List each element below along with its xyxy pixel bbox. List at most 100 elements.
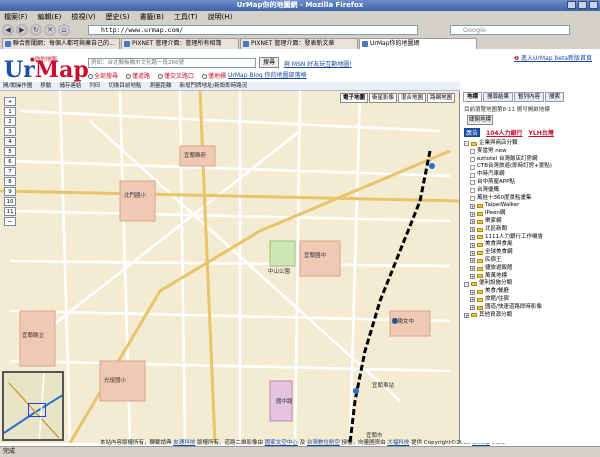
- new-version-link[interactable]: ❶ 進入UrMap beta新版首頁: [514, 53, 592, 62]
- close-landmarks-button[interactable]: 關閉地標: [467, 115, 493, 125]
- tree-item[interactable]: 萬娃十360度景點畫集: [464, 195, 600, 203]
- tree-item[interactable]: 中時汽車網: [464, 171, 600, 179]
- zoom-level[interactable]: 8: [4, 177, 16, 186]
- address-bar[interactable]: http://www.urmap.com/: [88, 25, 418, 35]
- forward-arrow-icon[interactable]: ▶: [16, 24, 28, 36]
- expand-toggle-icon[interactable]: +: [470, 203, 475, 209]
- expand-toggle-icon[interactable]: +: [470, 273, 475, 279]
- browser-tab[interactable]: 聯合新聞網：每個人都可與擁自己的...: [2, 38, 120, 49]
- map-type-road[interactable]: 路網地圖: [426, 93, 455, 103]
- checkbox-icon[interactable]: [470, 164, 475, 170]
- checkbox-icon[interactable]: [470, 156, 475, 162]
- radio-all[interactable]: 全部搜尋: [88, 71, 118, 80]
- overview-map[interactable]: [2, 371, 64, 441]
- switch-location-button[interactable]: 切換目前地點: [108, 82, 141, 90]
- tab-landmarks[interactable]: 地標: [463, 92, 483, 102]
- zoom-level[interactable]: 5: [4, 147, 16, 156]
- ad-link[interactable]: YLH台灣: [529, 128, 554, 137]
- zoom-level[interactable]: 2: [4, 117, 16, 126]
- zoom-level[interactable]: 11: [4, 207, 16, 216]
- zoom-level[interactable]: 7: [4, 167, 16, 176]
- browser-tab-active[interactable]: UrMap你的地圖網: [359, 38, 477, 49]
- overview-viewport-frame[interactable]: [28, 403, 46, 417]
- expand-toggle-icon[interactable]: +: [470, 305, 475, 311]
- expand-toggle-icon[interactable]: +: [470, 211, 475, 217]
- search-input[interactable]: Google: [450, 25, 570, 35]
- checkbox-icon[interactable]: [470, 180, 475, 186]
- tree-item[interactable]: + 美食/餐廳: [464, 288, 600, 296]
- tree-item[interactable]: + 樂家網: [464, 218, 600, 226]
- browser-tab[interactable]: PIXNET 管理介面：管理所有相簿: [121, 38, 239, 49]
- zoom-level[interactable]: 10: [4, 197, 16, 206]
- tree-item[interactable]: + 北區新聞: [464, 226, 600, 234]
- tab-search[interactable]: 搜索: [545, 92, 565, 102]
- reload-icon[interactable]: ↻: [30, 24, 42, 36]
- menu-edit[interactable]: 編輯(E): [38, 11, 62, 23]
- expand-toggle-icon[interactable]: +: [470, 219, 475, 225]
- tree-item[interactable]: + iPeen網: [464, 210, 600, 218]
- tree-item[interactable]: - 企業與商店分類: [464, 140, 600, 148]
- map-type-electronic[interactable]: 電子地圖: [339, 93, 368, 103]
- tree-item[interactable]: 台灣優購: [464, 187, 600, 195]
- zoom-level[interactable]: 6: [4, 157, 16, 166]
- tree-item[interactable]: + 其他資源分類: [464, 312, 600, 320]
- add-address-button[interactable]: 新增門牌地址/新設即時路況: [179, 82, 247, 90]
- menu-tools[interactable]: 工具(T): [174, 11, 198, 23]
- map-type-satellite[interactable]: 衛星影像: [368, 93, 397, 103]
- move-button[interactable]: 移動: [40, 82, 51, 90]
- expand-toggle-icon[interactable]: -: [464, 141, 469, 147]
- tree-item[interactable]: + 美食與食風: [464, 241, 600, 249]
- expand-toggle-icon[interactable]: -: [464, 281, 469, 287]
- checkbox-icon[interactable]: [470, 149, 475, 155]
- blog-link[interactable]: UrMap Blog 你的地圖部落格: [228, 70, 307, 79]
- expand-toggle-icon[interactable]: +: [470, 234, 475, 240]
- zoom-level[interactable]: 3: [4, 127, 16, 136]
- print-button[interactable]: 列印: [89, 82, 100, 90]
- menu-history[interactable]: 歷史(S): [106, 11, 130, 23]
- close-window-button[interactable]: [589, 1, 598, 9]
- expand-toggle-icon[interactable]: +: [470, 250, 475, 256]
- radio-road[interactable]: 僅道路: [126, 71, 150, 80]
- save-link-button[interactable]: 儲存連結: [59, 82, 81, 90]
- toggle-panel-button[interactable]: 開/關操作圖: [3, 82, 32, 90]
- back-arrow-icon[interactable]: ◀: [2, 24, 14, 36]
- zoom-in-icon[interactable]: +: [4, 97, 16, 106]
- tab-saved[interactable]: 暫列內容: [514, 92, 545, 102]
- stop-icon[interactable]: ✕: [44, 24, 56, 36]
- browser-tab[interactable]: PIXNET 管理介面：發表新文章: [240, 38, 358, 49]
- expand-toggle-icon[interactable]: +: [470, 242, 475, 248]
- menu-view[interactable]: 檢視(V): [71, 11, 95, 23]
- zoom-out-icon[interactable]: −: [4, 217, 16, 226]
- measure-distance-button[interactable]: 測量距離: [149, 82, 171, 90]
- tree-item[interactable]: + TaipeiWalker: [464, 202, 600, 210]
- search-button[interactable]: 搜尋: [259, 57, 279, 68]
- tree-item[interactable]: + 國道/快速道路即時影像: [464, 304, 600, 312]
- expand-toggle-icon[interactable]: +: [470, 258, 475, 264]
- maximize-button[interactable]: [578, 1, 587, 9]
- checkbox-icon[interactable]: [470, 172, 475, 178]
- tree-item[interactable]: 麥當勞 new: [464, 148, 600, 156]
- menu-file[interactable]: 檔案(F): [4, 11, 28, 23]
- expand-toggle-icon[interactable]: +: [470, 266, 475, 272]
- home-icon[interactable]: ⌂: [58, 24, 70, 36]
- tree-item[interactable]: + 旅館/住宿: [464, 296, 600, 304]
- address-search-input[interactable]: 例如：台北縣板橋市文化路一段266號: [88, 58, 256, 68]
- radio-intersection[interactable]: 僅交叉路口: [158, 71, 194, 80]
- radio-landmark[interactable]: 僅地標: [202, 71, 226, 80]
- tree-item[interactable]: + 捷旅遊飯館: [464, 265, 600, 273]
- map-canvas[interactable]: 宜蘭縣府 中山公園 宜蘭國中 北門國小 光復國小 宜蘭縣立 蘭陽女中 宜蘭市 宜…: [0, 91, 460, 443]
- zoom-level[interactable]: 1: [4, 107, 16, 116]
- expand-toggle-icon[interactable]: +: [470, 297, 475, 303]
- msn-promo-link[interactable]: 與 MSN 好友玩互動地圖!: [284, 59, 352, 68]
- zoom-level[interactable]: 9: [4, 187, 16, 196]
- tree-item[interactable]: 台中燕屋APP點: [464, 179, 600, 187]
- expand-toggle-icon[interactable]: +: [464, 312, 469, 318]
- menu-bookmarks[interactable]: 書籤(B): [140, 11, 164, 23]
- checkbox-icon[interactable]: [470, 195, 475, 201]
- tree-item[interactable]: + 全球美食網: [464, 249, 600, 257]
- checkbox-icon[interactable]: [470, 188, 475, 194]
- minimize-button[interactable]: [567, 1, 576, 9]
- map-type-hybrid[interactable]: 混合地圖: [397, 93, 426, 103]
- ad-link[interactable]: 104人力銀行: [486, 128, 523, 137]
- tab-search-results[interactable]: 搜尋結果: [483, 92, 514, 102]
